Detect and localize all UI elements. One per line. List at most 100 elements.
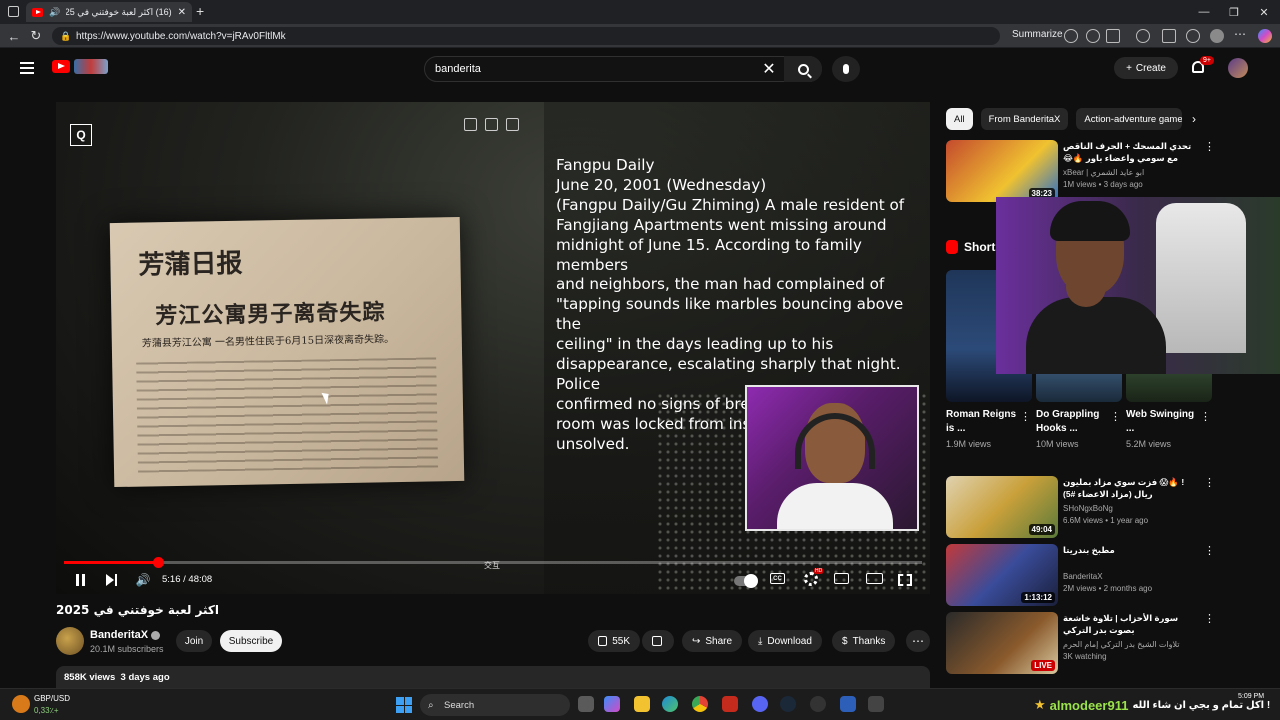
office-icon[interactable] [722,696,738,712]
address-bar[interactable]: 🔒 https://www.youtube.com/watch?v=jRAv0F… [52,27,1000,45]
volume-button[interactable]: 🔊 [136,572,151,588]
recommendation-item[interactable]: LIVE سورة الأحزاب | تلاوة خاشعة بصوت بدر… [946,612,1216,674]
refresh-icon[interactable]: ↻ [28,28,44,44]
recommendation-channel[interactable]: BanderitaX [1063,572,1103,581]
summarize-button[interactable]: Summarize [1012,29,1063,40]
share-button[interactable]: ↪ Share [682,630,743,652]
recommendation-title[interactable]: تحدي المسحك + الحرف الناقص مع سومي واعضا… [1063,140,1197,164]
kebab-menu-icon[interactable]: ⋮ [1204,544,1215,557]
back-icon[interactable]: ← [6,28,22,44]
discord-icon[interactable] [752,696,768,712]
chip-action-adventure[interactable]: Action-adventure game [1076,108,1183,130]
profile-avatar[interactable] [1210,29,1224,43]
task-view-icon[interactable] [578,696,594,712]
kebab-menu-icon[interactable]: ⋮ [1200,410,1211,423]
tab-actions-icon[interactable] [8,6,19,17]
download-button[interactable]: ⤓ Download [748,630,822,652]
autoplay-toggle[interactable] [734,574,758,588]
kebab-menu-icon[interactable]: ⋮ [1204,612,1215,625]
taskbar-search[interactable]: ⌕ Search [420,694,570,716]
copilot-icon[interactable] [1258,29,1272,43]
share-screen-icon[interactable] [485,118,498,131]
browser-tab[interactable]: 🔊 (16) اكثر لعبة خوفتني في 2025 ✕ [26,2,192,22]
favorite-star-icon[interactable] [1106,29,1120,43]
theater-mode-button[interactable] [866,573,883,584]
recommendation-channel[interactable]: تلاوات الشيخ بدر التركي إمام الحرم [1063,640,1197,649]
captions-button[interactable]: CC [770,573,785,584]
obs-icon[interactable] [810,696,826,712]
chip-from-channel[interactable]: From BanderitaX [980,108,1069,130]
channel-avatar[interactable] [56,627,84,655]
pause-button[interactable] [74,572,86,588]
speaker-icon[interactable]: 🔊 [49,7,60,18]
minimize-button[interactable]: — [1188,0,1220,24]
recommendation-thumbnail[interactable]: LIVE [946,612,1058,674]
split-screen-icon[interactable] [1162,29,1176,43]
short-title[interactable]: Do Grappling Hooks ... [1036,408,1106,436]
info-card-icon[interactable] [506,118,519,131]
zoom-icon[interactable] [1086,29,1100,43]
clear-search-icon[interactable]: ✕ [760,60,778,78]
kebab-menu-icon[interactable]: ⋮ [1110,410,1121,423]
start-button[interactable] [396,697,412,713]
voice-search-button[interactable] [832,56,860,82]
recommendation-item[interactable]: 49:04 ! 🔥😱 فزت سوي مزاد بمليون ريال (مزا… [946,476,1216,538]
newspaper-body-lines [136,357,439,473]
short-title[interactable]: Web Swinging ... [1126,408,1196,436]
more-icon[interactable]: ⋯ [1234,27,1246,41]
video-player[interactable]: 芳蒲日报 芳江公寓男子离奇失踪 芳蒲县芳江公寓 一名男性住民于6月15日深夜离奇… [56,102,930,594]
steam-icon[interactable] [780,696,796,712]
create-button[interactable]: + Create [1114,57,1178,79]
recommendation-thumbnail[interactable]: 38:23 [946,140,1058,202]
chevron-right-icon[interactable]: › [1192,112,1196,126]
download-label: Download [767,635,812,647]
recommendation-item[interactable]: 1:13:12 مطبخ بندريتا BanderitaX 2M views… [946,544,1216,606]
new-tab-button[interactable]: + [196,3,204,19]
doodle-logo[interactable] [74,59,108,74]
fullscreen-button[interactable] [898,574,912,586]
read-aloud-icon[interactable] [1064,29,1078,43]
account-avatar[interactable] [1228,58,1248,78]
youtube-logo-icon[interactable] [52,60,70,73]
chip-all[interactable]: All [946,108,973,130]
join-button[interactable]: Join [176,630,212,652]
restore-button[interactable]: ❐ [1218,0,1250,24]
recommendation-thumbnail[interactable]: 49:04 [946,476,1058,538]
tab-close-icon[interactable]: ✕ [178,7,186,18]
dislike-button[interactable] [642,630,674,652]
search-button[interactable] [784,56,822,82]
currency-widget-icon[interactable] [12,695,30,713]
recommendation-title[interactable]: مطبخ بندريتا [1063,544,1197,568]
story-line: (Fangpu Daily/Gu Zhiming) A male residen… [556,195,905,214]
miniplayer-button[interactable] [834,573,849,584]
close-window-button[interactable]: ✕ [1248,0,1280,24]
menu-icon[interactable] [20,62,34,74]
kebab-menu-icon[interactable]: ⋮ [1204,476,1215,489]
recommendation-channel[interactable]: xBear | ابو عايد الشمري [1063,168,1144,177]
app-icon[interactable] [840,696,856,712]
kebab-menu-icon[interactable]: ⋮ [1204,140,1215,153]
cast-icon[interactable] [464,118,477,131]
scrubber-knob[interactable] [152,557,164,568]
extensions-icon[interactable] [1136,29,1150,43]
edge-icon[interactable] [662,696,678,712]
subscribe-button[interactable]: Subscribe [220,630,282,652]
next-button[interactable] [104,572,118,588]
short-title[interactable]: Roman Reigns is ... [946,408,1016,436]
thanks-button[interactable]: $ Thanks [832,630,896,652]
like-button[interactable]: 55K [588,630,640,652]
recommendation-thumbnail[interactable]: 1:13:12 [946,544,1058,606]
kebab-menu-icon[interactable]: ⋮ [1020,410,1031,423]
channel-name[interactable]: BanderitaX [90,629,161,641]
recommendation-channel[interactable]: SHoNgxBoNg [1063,504,1113,513]
chrome-icon[interactable] [692,696,708,712]
app-icon[interactable] [868,696,884,712]
recommendation-title[interactable]: ! 🔥😱 فزت سوي مزاد بمليون ريال (مزاد الاع… [1063,476,1197,500]
favorites-icon[interactable] [1186,29,1200,43]
more-actions-button[interactable]: ⋯ [906,630,930,652]
recommendation-item[interactable]: 38:23 تحدي المسحك + الحرف الناقص مع سومي… [946,140,1216,202]
copilot-app-icon[interactable] [604,696,620,712]
settings-gear-icon[interactable] [804,572,818,586]
file-explorer-icon[interactable] [634,696,650,712]
recommendation-title[interactable]: سورة الأحزاب | تلاوة خاشعة بصوت بدر التر… [1063,612,1197,636]
